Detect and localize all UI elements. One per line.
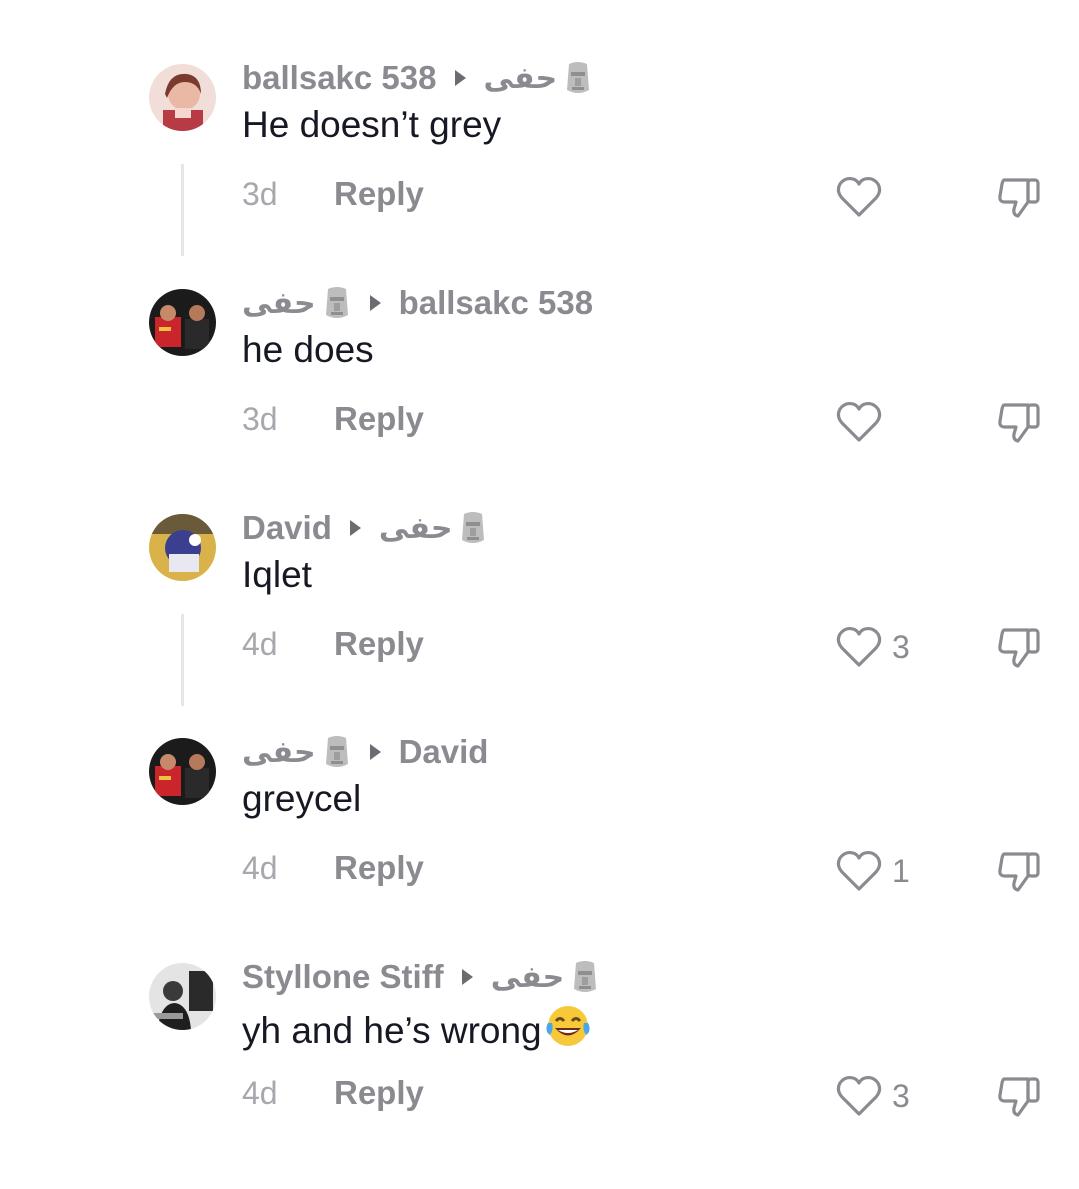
heart-outline-icon <box>836 850 882 892</box>
comment-text: Iqlet <box>242 554 312 595</box>
like-button[interactable]: 3 <box>836 626 910 668</box>
heart-outline-icon <box>836 401 882 443</box>
reply-button[interactable]: Reply <box>334 175 424 213</box>
author-name[interactable]: Styllone Stiff <box>242 958 444 996</box>
reply-button[interactable]: Reply <box>334 1074 424 1112</box>
comment-text: yh and he’s wrong <box>242 1003 592 1052</box>
comment-header: حفى ballsakc 538 <box>242 281 611 325</box>
thumbs-down-icon <box>996 1073 1044 1119</box>
reply-arrow-icon <box>349 520 361 536</box>
reply-to-name[interactable]: حفى <box>379 511 453 546</box>
thumbs-down-icon <box>996 174 1044 220</box>
comment-item: حفى David greycel 4d Reply 1 <box>0 733 1079 964</box>
avatar[interactable] <box>149 289 216 356</box>
author-name[interactable]: حفى <box>242 735 316 770</box>
timestamp: 3d <box>242 400 278 437</box>
timestamp: 4d <box>242 625 278 662</box>
timestamp: 4d <box>242 849 278 886</box>
thread-line <box>181 164 184 256</box>
dislike-button[interactable] <box>996 1073 1044 1119</box>
like-count: 3 <box>892 1077 910 1114</box>
heart-outline-icon <box>836 176 882 218</box>
timestamp: 3d <box>242 175 278 212</box>
reply-to-name[interactable]: ballsakc 538 <box>399 284 594 322</box>
thumbs-down-icon <box>996 624 1044 670</box>
like-button[interactable]: 3 <box>836 1075 910 1117</box>
reply-arrow-icon <box>369 295 381 311</box>
comment-meta: 4d Reply <box>242 1071 424 1115</box>
moai-icon <box>458 510 488 546</box>
comment-item: ballsakc 538 حفى He doesn’t grey 3d Repl… <box>0 59 1079 290</box>
author-name[interactable]: ballsakc 538 <box>242 59 437 97</box>
moai-icon <box>563 60 593 96</box>
comment-header: Styllone Stiff حفى <box>242 955 618 999</box>
like-button[interactable] <box>836 401 892 443</box>
dislike-button[interactable] <box>996 624 1044 670</box>
reply-arrow-icon <box>454 70 466 86</box>
moai-icon <box>322 734 352 770</box>
avatar[interactable] <box>149 514 216 581</box>
dislike-button[interactable] <box>996 174 1044 220</box>
heart-outline-icon <box>836 1075 882 1117</box>
like-button[interactable]: 1 <box>836 850 910 892</box>
comment-text-content: yh and he’s wrong <box>242 1010 542 1051</box>
like-count: 3 <box>892 628 910 665</box>
comment-header: حفى David <box>242 730 506 774</box>
comment-text: He doesn’t grey <box>242 104 502 145</box>
reply-to-name[interactable]: حفى <box>491 960 565 995</box>
like-button[interactable] <box>836 176 892 218</box>
dislike-button[interactable] <box>996 848 1044 894</box>
avatar[interactable] <box>149 963 216 1030</box>
thumbs-down-icon <box>996 848 1044 894</box>
moai-icon <box>322 285 352 321</box>
author-name[interactable]: David <box>242 509 332 547</box>
comment-item: Styllone Stiff حفى yh and he’s wrong 4d … <box>0 958 1079 1189</box>
reply-arrow-icon <box>461 969 473 985</box>
thumbs-down-icon <box>996 399 1044 445</box>
avatar[interactable] <box>149 738 216 805</box>
comment-header: ballsakc 538 حفى <box>242 56 611 100</box>
comment-meta: 4d Reply <box>242 846 424 890</box>
thread-line <box>181 614 184 706</box>
comment-text: he does <box>242 329 374 370</box>
timestamp: 4d <box>242 1074 278 1111</box>
reply-button[interactable]: Reply <box>334 400 424 438</box>
reply-button[interactable]: Reply <box>334 625 424 663</box>
reply-to-name[interactable]: حفى <box>484 61 558 96</box>
tears-of-joy-emoji-icon <box>544 1003 592 1049</box>
comment-text: greycel <box>242 778 362 819</box>
comment-item: David حفى Iqlet 4d Reply 3 <box>0 509 1079 740</box>
avatar[interactable] <box>149 64 216 131</box>
comment-header: David حفى <box>242 506 506 550</box>
heart-outline-icon <box>836 626 882 668</box>
moai-icon <box>570 959 600 995</box>
reply-to-name[interactable]: David <box>399 733 489 771</box>
comment-meta: 3d Reply <box>242 172 424 216</box>
comment-meta: 3d Reply <box>242 397 424 441</box>
author-name[interactable]: حفى <box>242 286 316 321</box>
like-count: 1 <box>892 852 910 889</box>
comment-item: حفى ballsakc 538 he does 3d Reply <box>0 284 1079 515</box>
reply-arrow-icon <box>369 744 381 760</box>
dislike-button[interactable] <box>996 399 1044 445</box>
comment-meta: 4d Reply <box>242 622 424 666</box>
reply-button[interactable]: Reply <box>334 849 424 887</box>
